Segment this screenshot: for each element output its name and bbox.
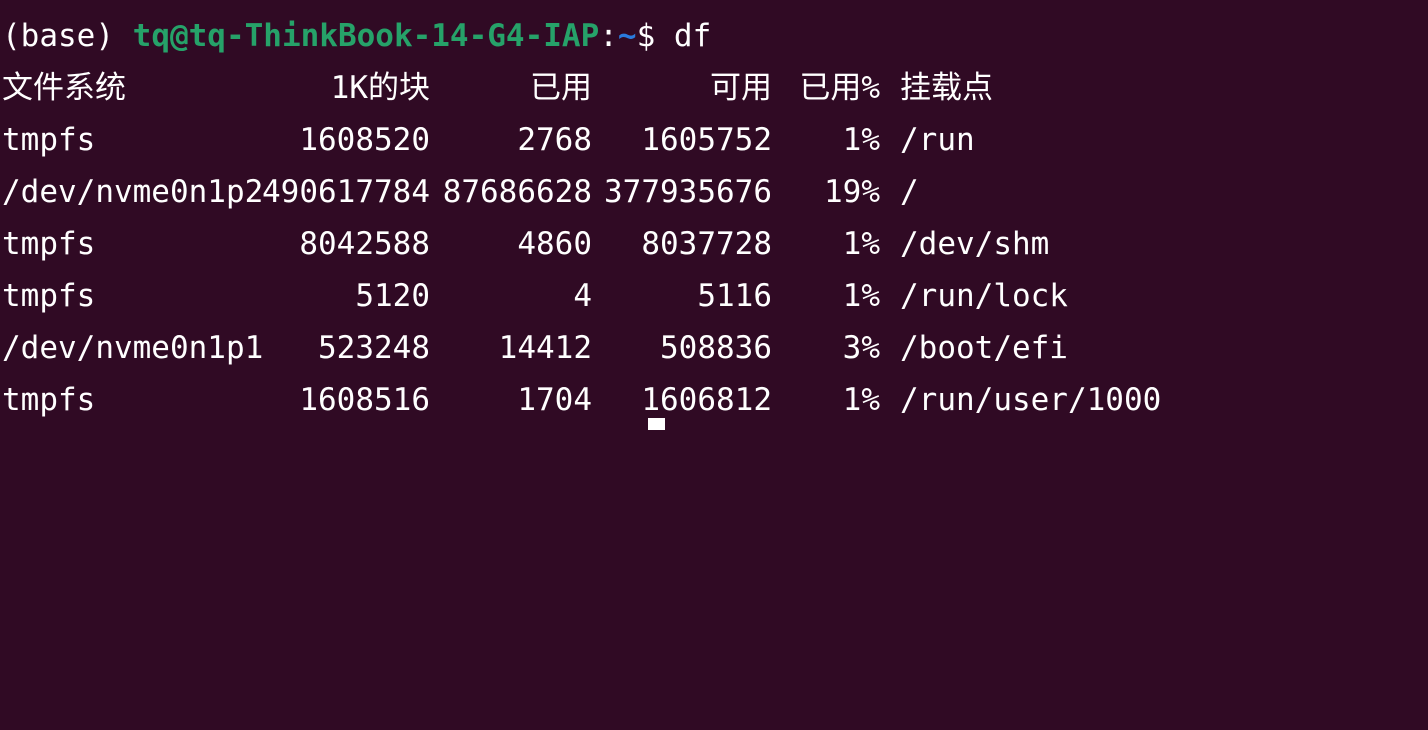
- conda-env: (base): [2, 18, 133, 54]
- header-filesystem: 文件系统: [2, 70, 126, 106]
- cell-use-percent: 1%: [842, 226, 880, 262]
- cell-filesystem: tmpfs: [2, 122, 96, 158]
- cell-available: 377935676: [604, 174, 772, 210]
- cell-use-percent: 19%: [824, 174, 880, 210]
- cell-available: 8037728: [641, 226, 772, 262]
- cell-filesystem: tmpfs: [2, 382, 96, 418]
- cell-blocks: 490617784: [262, 174, 430, 210]
- cell-mount-point: /dev/shm: [900, 226, 1050, 262]
- table-row: /dev/nvme0n1p1 523248 14412 508836 3% /b…: [0, 326, 1428, 378]
- cell-blocks: 523248: [318, 330, 430, 366]
- cell-used: 1704: [517, 382, 592, 418]
- prompt-path: ~: [617, 18, 637, 54]
- cell-blocks: 8042588: [299, 226, 430, 262]
- cell-blocks: 5120: [355, 278, 430, 314]
- header-use-percent: 已用%: [799, 70, 880, 106]
- cell-filesystem: /dev/nvme0n1p2: [2, 174, 264, 210]
- header-mount-point: 挂载点: [900, 70, 993, 106]
- cell-used: 14412: [498, 330, 592, 366]
- table-row: tmpfs 5120 4 5116 1% /run/lock: [0, 274, 1428, 326]
- cell-filesystem: tmpfs: [2, 226, 96, 262]
- cell-use-percent: 1%: [842, 382, 880, 418]
- cell-mount-point: /run/user/1000: [900, 382, 1162, 418]
- prompt-user-host: tq@tq-ThinkBook-14-G4-IAP: [132, 18, 600, 54]
- header-blocks: 1K的块: [330, 70, 430, 106]
- cell-available: 1605752: [641, 122, 772, 158]
- cell-use-percent: 3%: [842, 330, 880, 366]
- cell-available: 508836: [660, 330, 772, 366]
- cell-mount-point: /run: [900, 122, 975, 158]
- prompt-colon: :: [599, 18, 618, 54]
- header-used: 已用: [530, 70, 592, 106]
- cell-mount-point: /: [900, 174, 919, 210]
- cell-mount-point: /run/lock: [900, 278, 1068, 314]
- prompt-line: (base) tq@tq-ThinkBook-14-G4-IAP:~$ df: [0, 14, 1428, 66]
- cell-mount-point: /boot/efi: [900, 330, 1068, 366]
- terminal-cursor: [648, 418, 665, 430]
- cell-used: 4: [573, 278, 592, 314]
- cell-used: 2768: [517, 122, 592, 158]
- cell-use-percent: 1%: [842, 122, 880, 158]
- table-row: tmpfs 1608520 2768 1605752 1% /run: [0, 118, 1428, 170]
- table-row: /dev/nvme0n1p2 490617784 87686628 377935…: [0, 170, 1428, 222]
- cell-blocks: 1608516: [299, 382, 430, 418]
- command-text: df: [673, 18, 712, 54]
- cell-available: 1606812: [641, 382, 772, 418]
- cell-filesystem: tmpfs: [2, 278, 96, 314]
- prompt-symbol: $: [636, 18, 674, 54]
- cell-available: 5116: [697, 278, 772, 314]
- cell-used: 87686628: [442, 174, 592, 210]
- cell-use-percent: 1%: [842, 278, 880, 314]
- table-row: tmpfs 8042588 4860 8037728 1% /dev/shm: [0, 222, 1428, 274]
- header-available: 可用: [710, 70, 772, 106]
- table-header: 文件系统 1K的块 已用 可用 已用% 挂载点: [0, 66, 1428, 118]
- cell-used: 4860: [517, 226, 592, 262]
- cell-blocks: 1608520: [299, 122, 430, 158]
- terminal-window[interactable]: (base) tq@tq-ThinkBook-14-G4-IAP:~$ df 文…: [0, 0, 1428, 430]
- cell-filesystem: /dev/nvme0n1p1: [2, 330, 264, 366]
- table-row: tmpfs 1608516 1704 1606812 1% /run/user/…: [0, 378, 1428, 430]
